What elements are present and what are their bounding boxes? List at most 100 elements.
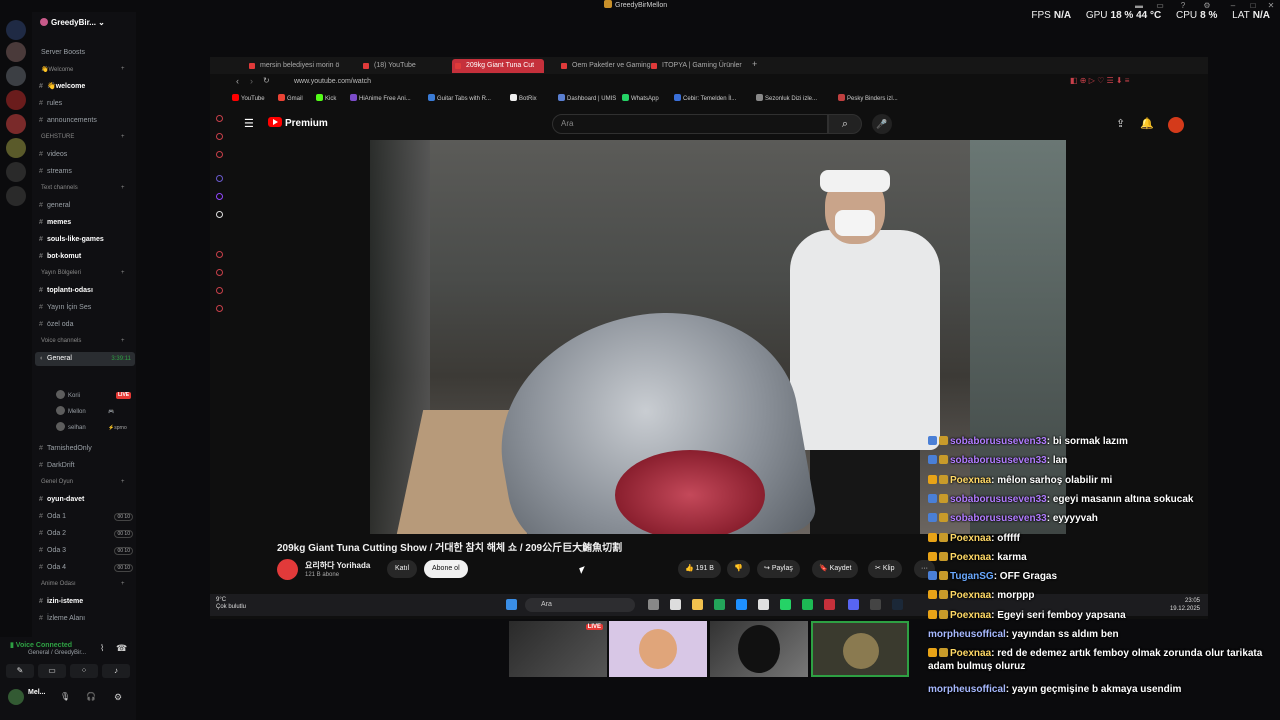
chrome-icon[interactable] [758, 599, 769, 610]
explore-icon[interactable] [6, 186, 26, 206]
subscribe-button[interactable]: Abone ol [424, 560, 468, 578]
sidebar-icon[interactable] [216, 175, 223, 182]
category-header[interactable]: Server Boosts [41, 49, 85, 56]
category-header[interactable]: Voice channels + [41, 338, 125, 344]
discord-home-icon[interactable] [6, 20, 26, 40]
whatsapp-icon[interactable] [780, 599, 791, 610]
sidebar-icon[interactable] [216, 115, 223, 122]
category-header[interactable]: Yayın Bölgeleri + [41, 270, 125, 276]
browser-tab[interactable]: Oem Paketler ve Gaming [558, 59, 656, 73]
channel-item[interactable]: # İzleme Alanı [35, 612, 135, 626]
edge-icon[interactable] [736, 599, 747, 610]
bookmark[interactable]: Guitar Tabs with R... [428, 94, 491, 104]
steam-icon[interactable] [892, 599, 903, 610]
user-avatar[interactable] [8, 689, 24, 705]
channel-avatar[interactable] [277, 559, 298, 580]
extensions-icon[interactable]: ◧ ⊕ ▷ ♡ ☰ ⬇ ≡ [1070, 76, 1129, 85]
server-icon[interactable] [6, 90, 26, 110]
xbox-icon[interactable] [714, 599, 725, 610]
stream-thumbnail-selected[interactable] [811, 621, 909, 677]
sidebar-icon[interactable] [216, 305, 223, 312]
camera-button[interactable]: ✎ [6, 664, 34, 678]
channel-item[interactable]: # izin-isteme [35, 595, 135, 609]
voice-user[interactable]: Mellon 🎮 [56, 405, 134, 419]
stream-thumbnail[interactable] [710, 621, 808, 677]
close-icon[interactable]: ✕ [1266, 1, 1276, 10]
bookmark[interactable]: WhatsApp [622, 94, 659, 104]
channel-item[interactable]: # general [35, 199, 135, 213]
monitor-icon[interactable]: ▭ [1155, 1, 1165, 10]
reload-icon[interactable]: ↻ [263, 76, 270, 85]
weather-widget[interactable]: 9°C Çok bulutlu [216, 597, 246, 611]
bookmark[interactable]: BotRix [510, 94, 537, 104]
join-button[interactable]: Katıl [387, 560, 418, 578]
upload-icon[interactable]: ⇪ [1116, 117, 1125, 130]
share-button[interactable]: ↪ Paylaş [757, 560, 800, 578]
server-icon[interactable] [6, 66, 26, 86]
channel-item[interactable]: # TarnishedOnly [35, 442, 135, 456]
category-header[interactable]: Text channels + [41, 185, 125, 191]
bookmark[interactable]: Sezonluk Dizi izle... [756, 94, 817, 104]
app-icon[interactable] [870, 599, 881, 610]
help-icon[interactable]: ? [1178, 1, 1188, 10]
sidebar-icon[interactable] [216, 269, 223, 276]
sidebar-icon[interactable] [216, 287, 223, 294]
channel-item[interactable]: # souls-like-games [35, 233, 135, 247]
search-input[interactable]: Ara [552, 114, 828, 134]
like-button[interactable]: 👍 191 B [678, 560, 721, 578]
category-header[interactable]: GEHSTURE + [41, 134, 125, 140]
channel-item[interactable]: # streams [35, 165, 135, 179]
save-button[interactable]: 🔖 Kaydet [812, 560, 859, 578]
add-channel-icon[interactable]: + [121, 338, 125, 344]
menu-icon[interactable]: ☰ [244, 117, 254, 130]
category-header[interactable]: 👋Welcome + [41, 66, 125, 73]
channel-item[interactable]: # memes [35, 216, 135, 230]
screen-share-button[interactable]: ▭ [38, 664, 66, 678]
user-settings-icon[interactable]: ⚙ [114, 692, 122, 703]
add-channel-icon[interactable]: + [121, 66, 125, 72]
channel-item[interactable]: # Oda 4 00 10 [35, 561, 135, 575]
channel-item[interactable]: # videos [35, 148, 135, 162]
clip-button[interactable]: ✂ Klip [868, 560, 902, 578]
bookmark[interactable]: YouTube [232, 94, 265, 104]
pin-icon[interactable]: ▬ [1134, 1, 1144, 10]
browser-tab[interactable]: ITOPYA | Gaming Ürünler [648, 59, 746, 73]
channel-item[interactable]: # rules [35, 97, 135, 111]
browser-tab[interactable]: (18) YouTube [360, 59, 458, 73]
channel-item[interactable]: # özel oda [35, 318, 135, 332]
soundboard-button[interactable]: ♪ [102, 664, 130, 678]
sidebar-icon[interactable] [216, 151, 223, 158]
activities-button[interactable]: ⁘ [70, 664, 98, 678]
server-name[interactable]: GreedyBir... ⌄ [40, 18, 105, 27]
noise-icon[interactable]: ⌇ [100, 643, 104, 654]
youtube-logo[interactable]: Premium [268, 117, 328, 129]
dislike-button[interactable]: 👎 [727, 560, 750, 578]
voice-user[interactable]: Korii LIVE [56, 389, 134, 403]
channel-item[interactable]: # Oda 1 00 10 [35, 510, 135, 524]
channel-item[interactable]: ◖ General 3:39:11 [35, 352, 135, 366]
voice-user[interactable]: selhan ⚡sprno [56, 421, 134, 435]
search-icon[interactable]: ⌕ [828, 114, 862, 134]
forward-icon[interactable]: › [250, 76, 253, 86]
url-field[interactable]: www.youtube.com/watch [282, 76, 842, 88]
sidebar-icon[interactable] [216, 251, 223, 258]
store-icon[interactable] [670, 599, 681, 610]
add-channel-icon[interactable]: + [121, 270, 125, 276]
browser-tab[interactable]: 209kg Giant Tuna Cut [452, 59, 544, 73]
opera-icon[interactable] [824, 599, 835, 610]
headphones-icon[interactable]: 🎧 [86, 692, 96, 701]
settings-icon[interactable]: ⚙ [1202, 1, 1212, 10]
back-icon[interactable]: ‹ [236, 76, 239, 86]
add-server-icon[interactable] [6, 162, 26, 182]
add-channel-icon[interactable]: + [121, 185, 125, 191]
category-header[interactable]: Anime Odası + [41, 581, 125, 587]
account-avatar[interactable] [1168, 117, 1184, 133]
taskbar-search[interactable]: Ara [525, 598, 635, 612]
channel-item[interactable]: # 👋welcome [35, 80, 135, 94]
notifications-icon[interactable]: 🔔 [1140, 117, 1154, 130]
twitch-icon[interactable] [216, 193, 223, 200]
channel-item[interactable]: # Oda 3 00 10 [35, 544, 135, 558]
server-icon[interactable] [6, 114, 26, 134]
stream-thumbnail[interactable]: LIVE [509, 621, 607, 677]
channel-name[interactable]: 요리하다 Yorihada [305, 560, 370, 571]
